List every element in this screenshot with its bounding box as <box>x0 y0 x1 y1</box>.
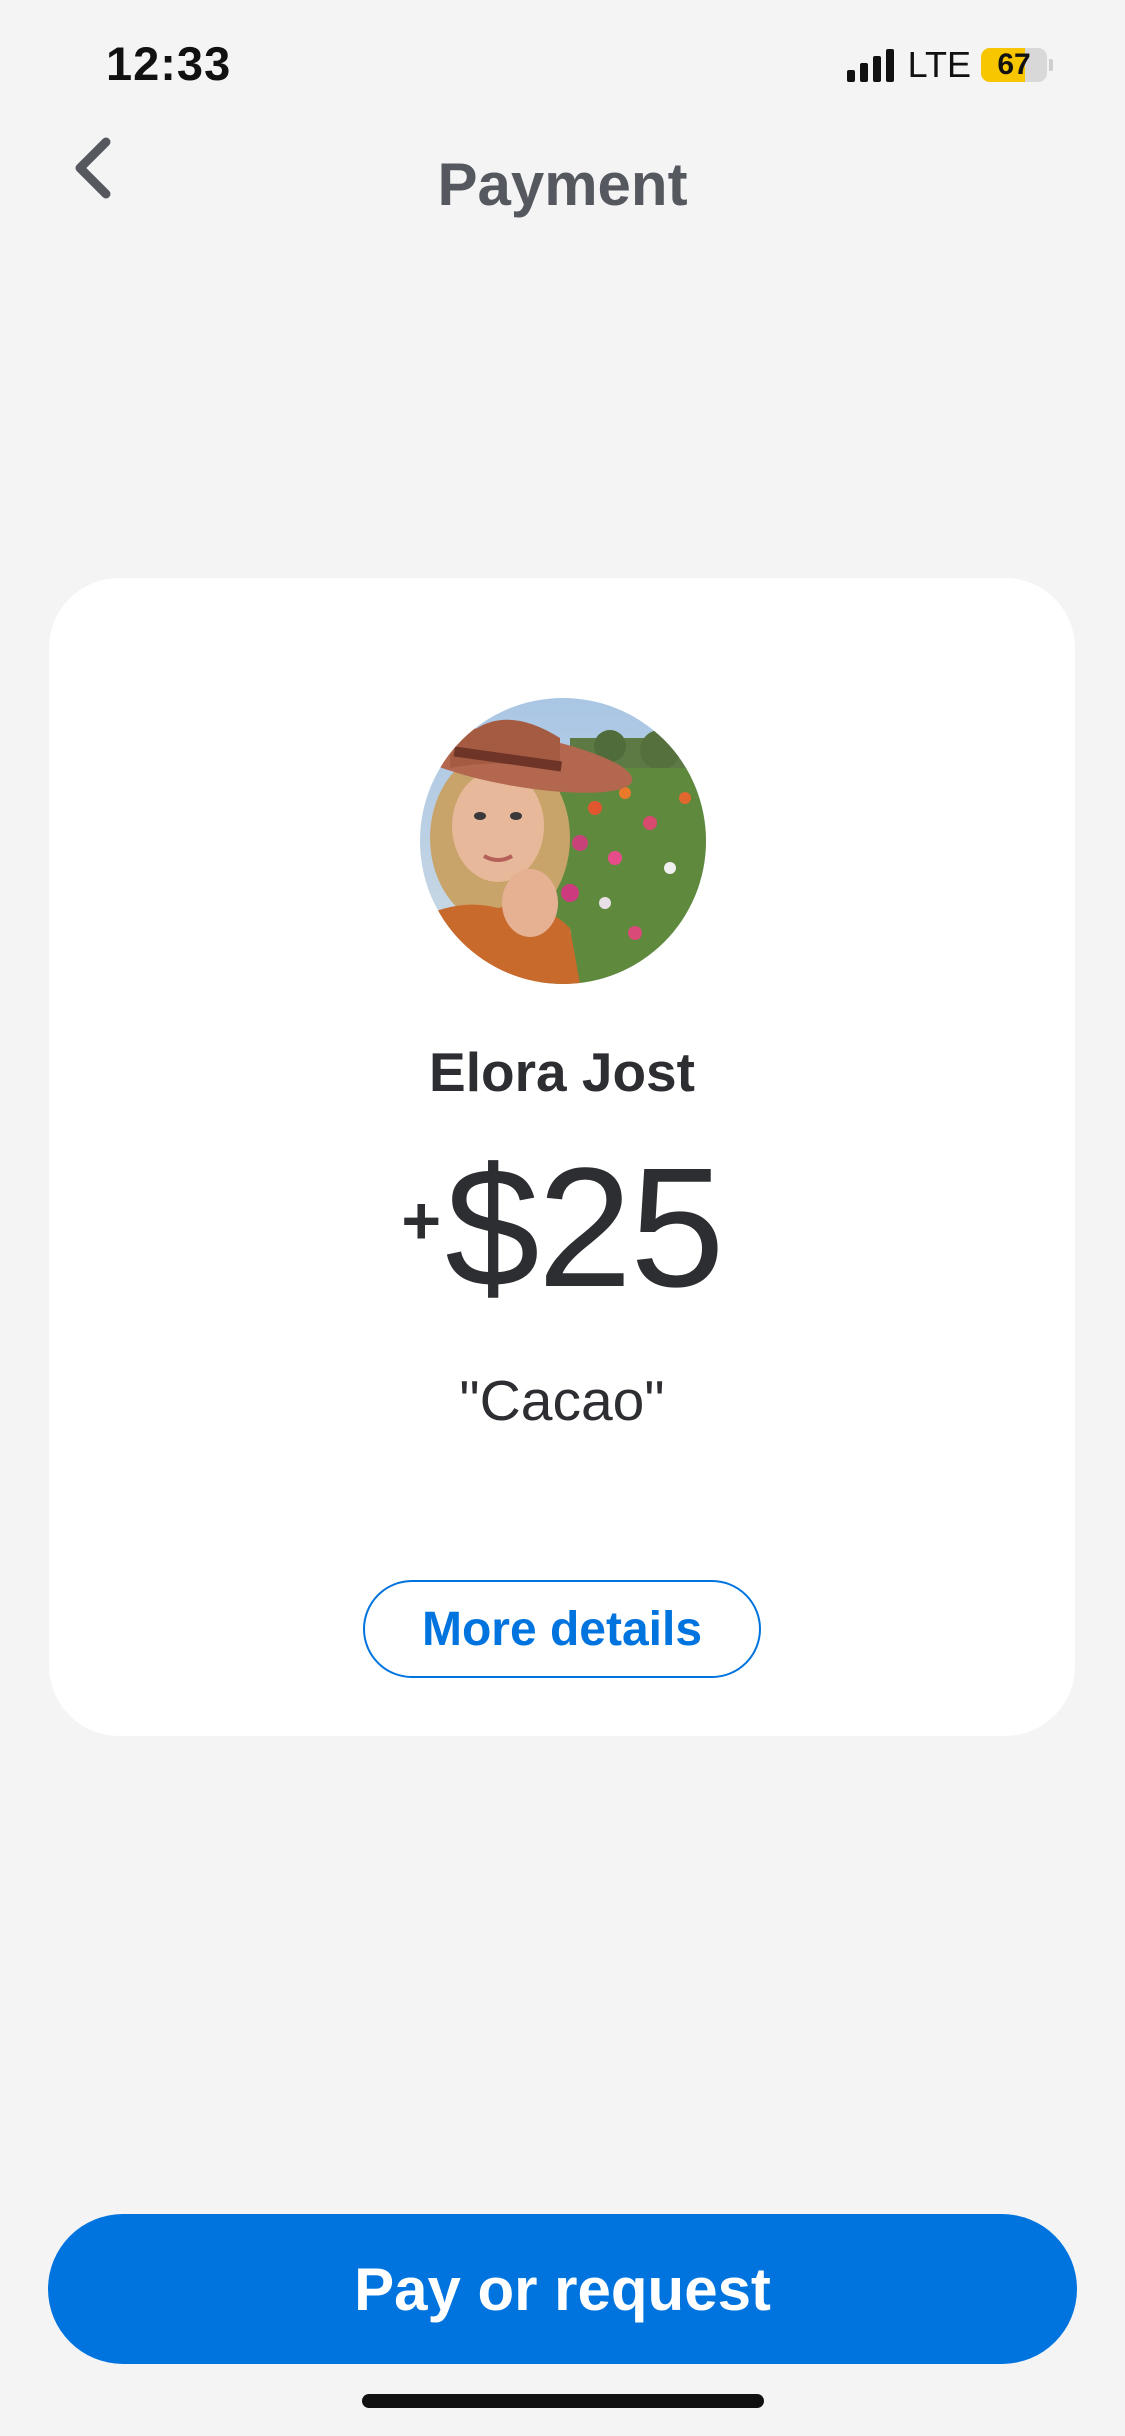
amount-value: $25 <box>445 1133 725 1323</box>
network-type-label: LTE <box>907 44 971 85</box>
avatar-photo <box>420 698 706 984</box>
more-details-button[interactable]: More details <box>363 1580 761 1678</box>
avatar <box>420 698 706 984</box>
status-indicators: LTE 67 <box>846 44 1053 86</box>
cellular-signal-icon <box>846 48 894 82</box>
pay-or-request-button[interactable]: Pay or request <box>48 2214 1077 2364</box>
battery-icon: 67 <box>981 48 1053 82</box>
page-title: Payment <box>437 151 688 218</box>
payment-note: "Cacao" <box>459 1369 665 1433</box>
status-bar: 12:33 LTE 67 <box>0 0 1125 130</box>
payment-card: Elora Jost +$25 "Cacao" More details <box>49 578 1075 1736</box>
battery-percentage: 67 <box>997 48 1031 81</box>
home-indicator <box>362 2394 764 2408</box>
payment-amount: +$25 <box>49 1143 1075 1313</box>
payer-name: Elora Jost <box>429 1041 695 1103</box>
amount-sign: + <box>401 1183 442 1259</box>
status-time: 12:33 <box>106 37 232 90</box>
